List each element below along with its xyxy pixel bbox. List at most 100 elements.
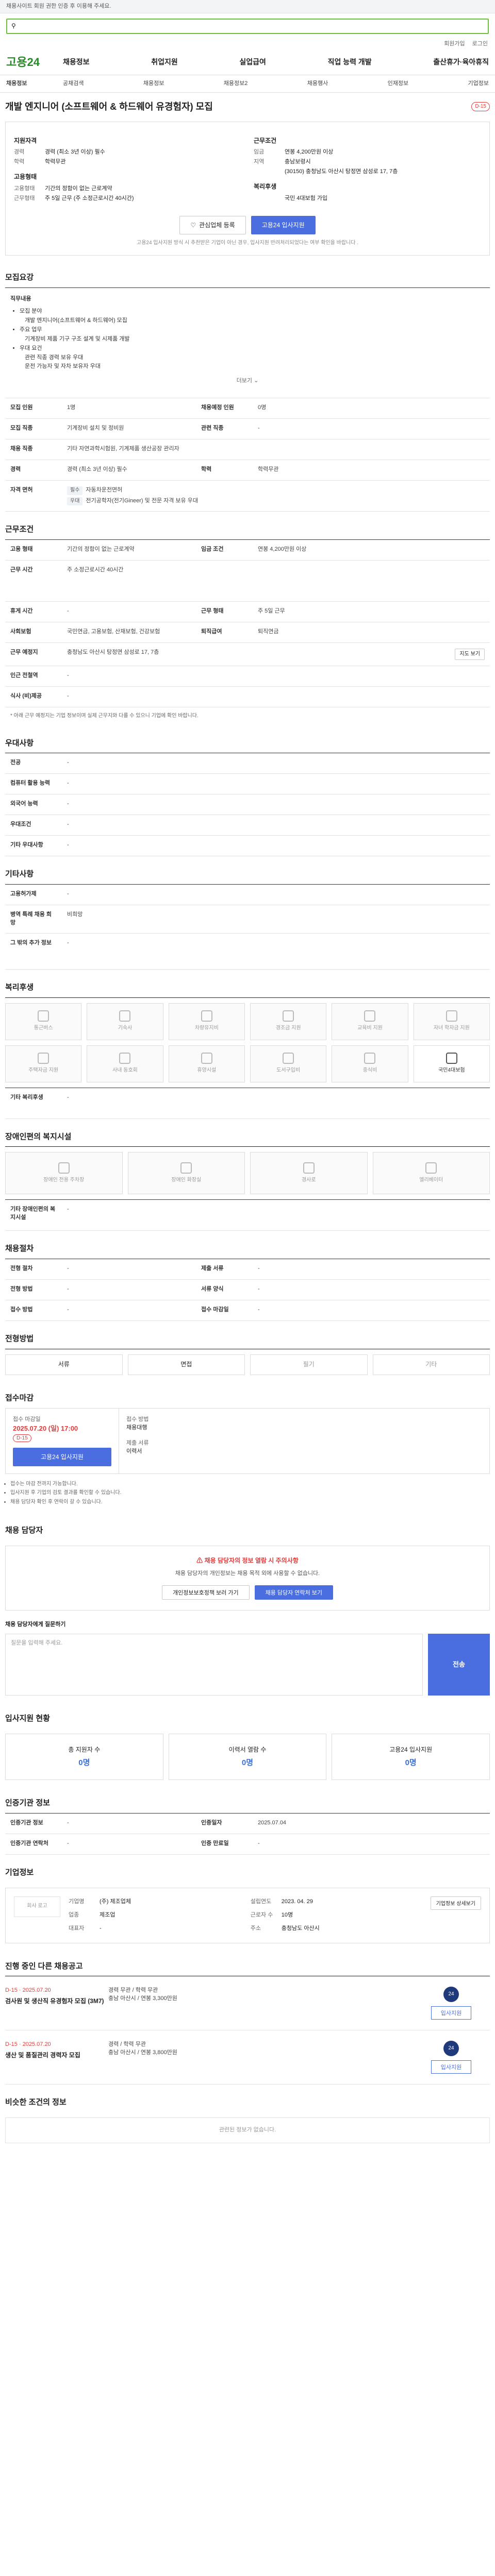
resort-icon — [201, 1053, 212, 1064]
row-header: 기타 우대사항 — [5, 836, 62, 856]
table-row: 사회보험 국민연금, 고용보험, 산재보험, 건강보험 퇴직급여 퇴직연금 — [5, 622, 490, 643]
job-description: 직무내용 모집 분야 개발 엔지니어(소프트웨어 & 하드웨어) 모집 주요 업… — [5, 288, 490, 399]
row-value: 자동차운전면허 — [86, 487, 123, 494]
job-name[interactable]: 검사원 및 생산직 유경험자 모집 (3M7) — [5, 1997, 108, 2006]
subnav-item[interactable]: 공채검색 — [63, 80, 84, 88]
row-value: 국민연금, 고용보험, 산재보험, 건강보험 — [67, 629, 160, 635]
apply-button[interactable]: 고용24 입사지원 — [251, 215, 316, 234]
docs-label: 제출 서류 — [126, 1439, 149, 1446]
signup-link[interactable]: 회원가입 — [444, 40, 465, 48]
other-jobs-section-title: 진행 중인 다른 채용공고 — [5, 1961, 83, 1971]
education-icon — [364, 1010, 376, 1022]
stat-goyong24: 고용24 입사지원 0명 — [332, 1734, 490, 1781]
welfare-item: 중식비 — [332, 1045, 408, 1082]
meal-icon — [364, 1053, 376, 1064]
job-wage: 연봉 3,300만원 — [140, 1995, 177, 2002]
stat-label: 이력서 열람 수 — [228, 1745, 267, 1753]
list-item[interactable]: D-15 · 2025.07.20 검사원 및 생산직 유경험자 모집 (3M7)… — [5, 1976, 490, 2031]
row-value: - — [67, 939, 69, 946]
company-key: 주소 — [250, 1925, 261, 1931]
job-exp: 경력 — [108, 2041, 119, 2048]
company-key: 대표자 — [69, 1925, 85, 1931]
stat-applicants: 총 지원자 수 0명 — [5, 1734, 163, 1781]
summary-emp-title: 고용형태 — [14, 173, 37, 181]
view-contact-button[interactable]: 채용 담당자 연락처 보기 — [254, 1585, 333, 1600]
row-value: 연봉 4,200만원 이상 — [258, 546, 307, 553]
disabled-grid: 장애인 전용 주차장 장애인 화장실 경사로 엘리베이터 — [0, 1147, 495, 1199]
row-header: 고용 형태 — [5, 540, 62, 561]
save-company-button[interactable]: ♡ 관심업체 등록 — [179, 215, 246, 234]
company-value: (주) 제조업체 — [100, 1898, 131, 1905]
qa-submit-button[interactable]: 전송 — [428, 1634, 490, 1696]
row-header: 휴게 시간 — [5, 602, 62, 622]
summary-key: 경력 — [14, 149, 25, 156]
step-interview: 면접 — [127, 1354, 245, 1375]
privacy-policy-button[interactable]: 개인정보보호정책 보러 가기 — [162, 1585, 250, 1600]
apply-button-bottom[interactable]: 고용24 입사지원 — [13, 1447, 111, 1466]
row-value: - — [67, 693, 69, 700]
top-notice-text: 채용사이트 회원 권한 인증 후 이용해 주세요. — [6, 3, 111, 9]
gnb-item-unemployment[interactable]: 실업급여 — [239, 57, 266, 67]
job-region: 충남 아산시 — [108, 2049, 136, 2056]
table-row: 전형 절차 - 제출 서류 - — [5, 1259, 490, 1280]
map-button[interactable]: 지도 보기 — [455, 649, 485, 660]
subnav-item[interactable]: 채용행사 — [307, 80, 328, 88]
row-header: 근무 형태 — [196, 602, 253, 622]
table-row: 인증기관 연락처 - 인증 만료일 - — [5, 1834, 490, 1855]
table-row: 자격 면허 필수 자동차운전면허 우대 전기공학자(전기Gineer) 및 전문 자격 … — [5, 481, 490, 512]
welfare-grid: 통근버스 기숙사 차량유지비 경조금 지원 교육비 지원 자녀 학자금 지원 주… — [0, 998, 495, 1088]
note-item: 채용 담당자 확인 후 연락이 갈 수 있습니다. — [10, 1499, 485, 1506]
row-value: 1명 — [67, 404, 76, 411]
dorm-icon — [119, 1010, 131, 1022]
subnav-item[interactable]: 채용정보2 — [224, 80, 248, 88]
apply-box: 접수 마감일 2025.07.20 (일) 17:00 D-15 고용24 입사… — [5, 1408, 490, 1474]
qa-title: 채용 담당자에게 질문하기 — [5, 1621, 66, 1628]
welfare-item: 차량유지비 — [168, 1003, 245, 1040]
etc-section-title: 기타사항 — [5, 870, 34, 879]
facility-label: 장애인 전용 주차장 — [43, 1177, 85, 1183]
site-logo[interactable]: 고용24 — [6, 54, 63, 71]
insurance-icon — [446, 1053, 457, 1064]
elevator-icon — [425, 1162, 437, 1174]
job-apply-button[interactable]: 입사지원 — [431, 2006, 472, 2020]
deadline-label: 접수 마감일 — [13, 1416, 41, 1422]
welfare-label: 교육비 지원 — [357, 1025, 383, 1031]
welfare-item: 휴양시설 — [168, 1045, 245, 1082]
row-header: 인증일자 — [196, 1813, 253, 1834]
subnav-item[interactable]: 인재정보 — [388, 80, 408, 88]
login-link[interactable]: 로그인 — [472, 40, 488, 48]
table-row: 병역 특례 채용 희망 비희망 — [5, 905, 490, 934]
row-header: 전형 방법 — [5, 1280, 62, 1300]
job-dday: D-15 — [5, 2041, 18, 2048]
row-header: 서류 양식 — [196, 1280, 253, 1300]
summary-value: 학력무관 — [45, 159, 66, 165]
row-value: - — [258, 1840, 260, 1846]
manager-section-title: 채용 담당자 — [5, 1526, 43, 1535]
required-tag: 필수 — [67, 486, 83, 495]
row-header: 컴퓨터 활용 능력 — [5, 774, 62, 794]
list-item[interactable]: D-15 · 2025.07.20 생산 및 품질관리 경력자 모집 경력 / 학… — [5, 2030, 490, 2085]
job-name[interactable]: 생산 및 품질관리 경력자 모집 — [5, 2051, 108, 2060]
row-header: 근무 예정지 — [5, 643, 62, 666]
gnb-item-leave[interactable]: 출산휴가·육아휴직 — [433, 57, 489, 67]
company-detail-button[interactable]: 기업정보 상세보기 — [430, 1896, 481, 1910]
more-button[interactable]: 더보기 ⌄ — [10, 372, 485, 391]
row-header: 기타 장애인편의 복지시설 — [5, 1200, 62, 1231]
club-icon — [119, 1053, 131, 1064]
company-section-title: 기업정보 — [5, 1868, 34, 1877]
subnav-item[interactable]: 기업정보 — [468, 80, 489, 88]
search-box[interactable]: ⚲ — [6, 19, 489, 34]
desc-item: 운전 가능자 및 자차 보유자 우대 — [25, 363, 101, 370]
qa-textarea[interactable]: 질문을 입력해 주세요. — [5, 1634, 423, 1696]
search-input[interactable] — [19, 23, 484, 30]
company-value: 2023. 04. 29 — [281, 1898, 313, 1905]
row-header: 퇴직급여 — [196, 622, 253, 643]
row-header: 식사 (비)제공 — [5, 687, 62, 707]
gnb-item-jobs[interactable]: 채용정보 — [63, 57, 90, 67]
gnb-item-training[interactable]: 직업 능력 개발 — [328, 57, 372, 67]
subnav-item[interactable]: 채용정보 — [143, 80, 164, 88]
gnb-item-support[interactable]: 취업지원 — [151, 57, 178, 67]
etc-table: 고용허가제 - 병역 특례 채용 희망 비희망 그 밖의 추가 정보 - — [5, 884, 490, 970]
welfare-item: 경조금 지원 — [250, 1003, 327, 1040]
job-apply-button[interactable]: 입사지원 — [431, 2060, 472, 2074]
